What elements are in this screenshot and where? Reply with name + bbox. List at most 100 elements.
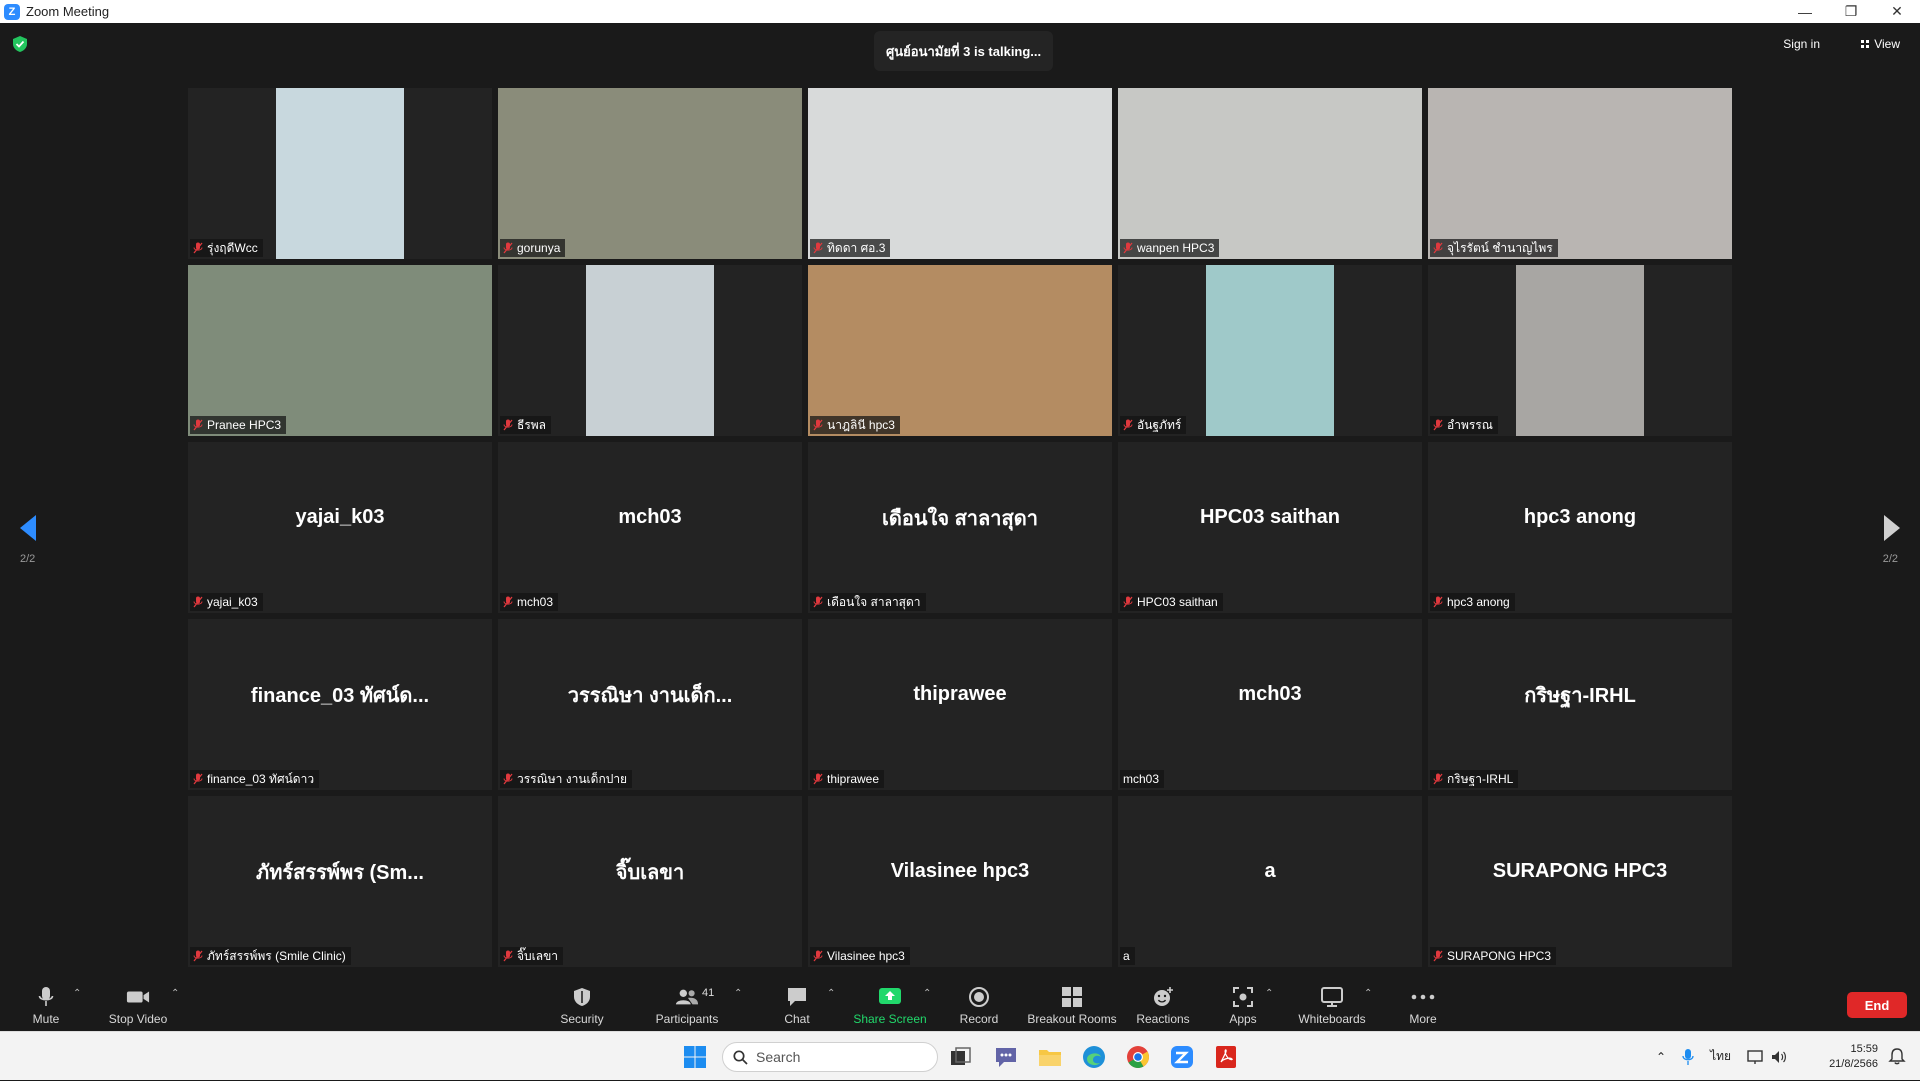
participant-tile[interactable]: นาฎลินี hpc3 — [808, 265, 1112, 436]
apps-button[interactable]: Apps — [1226, 978, 1260, 1031]
previous-page-arrow-icon[interactable] — [18, 513, 38, 543]
windows-start-icon[interactable] — [682, 1044, 708, 1070]
participant-tile[interactable]: wanpen HPC3 — [1118, 88, 1422, 259]
teams-chat-icon[interactable] — [993, 1044, 1019, 1070]
security-label: Security — [560, 1012, 604, 1026]
record-button[interactable]: Record — [956, 978, 1002, 1031]
active-speaker-banner: ศูนย์อนามัยที่ 3 is talking... — [874, 31, 1054, 71]
muted-microphone-icon — [503, 596, 513, 608]
view-button[interactable]: View — [1855, 33, 1906, 55]
participant-name-label: ธีรพล — [500, 416, 552, 434]
participant-name-label: mch03 — [1120, 770, 1165, 788]
muted-microphone-icon — [813, 419, 823, 431]
share-screen-button[interactable]: Share Screen — [853, 978, 927, 1031]
whiteboards-caret-icon[interactable]: ⌃ — [1364, 988, 1372, 999]
participant-display-name: thiprawee — [913, 683, 1007, 705]
network-monitor-icon[interactable] — [1747, 1049, 1765, 1065]
participant-tile[interactable]: SURAPONG HPC3 SURAPONG HPC3 — [1428, 796, 1732, 967]
participant-tile[interactable]: aa — [1118, 796, 1422, 967]
participant-tile[interactable]: gorunya — [498, 88, 802, 259]
participants-button[interactable]: Participants — [654, 978, 720, 1031]
participant-display-name: mch03 — [1238, 683, 1302, 705]
next-page-arrow-icon[interactable] — [1882, 513, 1902, 543]
edge-browser-icon[interactable] — [1081, 1044, 1107, 1070]
apps-caret-icon[interactable]: ⌃ — [1265, 988, 1273, 999]
video-options-caret-icon[interactable]: ⌃ — [171, 988, 179, 999]
participant-tile[interactable]: จุไรรัตน์ ชำนาญไพร — [1428, 88, 1732, 259]
clock-date: 21/8/2566 — [1829, 1058, 1878, 1070]
participant-tile[interactable]: mch03 mch03 — [498, 442, 802, 613]
participant-name-label: จิ๊บเลขา — [500, 947, 564, 965]
close-button[interactable]: ✕ — [1874, 0, 1920, 23]
participant-tile[interactable]: Vilasinee hpc3 Vilasinee hpc3 — [808, 796, 1112, 967]
muted-microphone-icon — [1123, 419, 1133, 431]
audio-options-caret-icon[interactable]: ⌃ — [73, 988, 81, 999]
participant-tile[interactable]: ภัทร์สรรพ์พร (Sm... ภัทร์สรรพ์พร (Smile C… — [188, 796, 492, 967]
participant-tile[interactable]: finance_03 ทัศน์ด... finance_03 ทัศน์ดาว — [188, 619, 492, 790]
taskbar-clock[interactable]: 15:59 21/8/2566 — [1829, 1042, 1878, 1072]
encryption-shield-icon[interactable] — [12, 35, 28, 53]
participant-tile[interactable]: Pranee HPC3 — [188, 265, 492, 436]
acrobat-reader-icon[interactable] — [1213, 1044, 1239, 1070]
participant-tile[interactable]: HPC03 saithan HPC03 saithan — [1118, 442, 1422, 613]
reactions-emoji-icon — [1151, 986, 1175, 1008]
chat-caret-icon[interactable]: ⌃ — [827, 988, 835, 999]
participant-label-text: wanpen HPC3 — [1137, 241, 1215, 255]
participant-tile[interactable]: thiprawee thiprawee — [808, 619, 1112, 790]
security-button[interactable]: Security — [556, 978, 608, 1031]
participant-tile[interactable]: ทิดดา ศอ.3 — [808, 88, 1112, 259]
windows-taskbar: Search ⌃ ไทย 15:59 21/8/2566 — [0, 1031, 1920, 1080]
taskbar-search-box[interactable]: Search — [722, 1042, 938, 1072]
participant-display-name: Vilasinee hpc3 — [890, 860, 1030, 882]
participant-label-text: a — [1123, 949, 1130, 963]
end-meeting-button[interactable]: End — [1847, 992, 1907, 1018]
zoom-app-icon[interactable] — [1169, 1044, 1195, 1070]
participant-tile[interactable]: yajai_k03 yajai_k03 — [188, 442, 492, 613]
participant-tile[interactable]: กริษฐา-IRHL กริษฐา-IRHL — [1428, 619, 1732, 790]
notification-bell-icon[interactable] — [1888, 1047, 1906, 1065]
chrome-browser-icon[interactable] — [1125, 1044, 1151, 1070]
participant-tile[interactable]: รุ่งฤดีWcc — [188, 88, 492, 259]
more-button[interactable]: More — [1406, 978, 1440, 1031]
sign-in-button[interactable]: Sign in — [1777, 33, 1826, 55]
participants-caret-icon[interactable]: ⌃ — [734, 988, 742, 999]
participant-video-feed — [188, 265, 492, 436]
participant-name-label: Pranee HPC3 — [190, 416, 287, 434]
participant-tile[interactable]: mch03 mch03 — [1118, 619, 1422, 790]
participant-label-text: SURAPONG HPC3 — [1447, 949, 1552, 963]
breakout-rooms-button[interactable]: Breakout Rooms — [1026, 978, 1118, 1031]
participant-label-text: เดือนใจ สาลาสุดา — [827, 594, 921, 609]
tray-overflow-chevron-icon[interactable]: ⌃ — [1656, 1050, 1666, 1064]
participant-tile[interactable]: ธีรพล — [498, 265, 802, 436]
participants-icon — [675, 986, 699, 1008]
reactions-button[interactable]: Reactions — [1136, 978, 1190, 1031]
muted-microphone-icon — [813, 596, 823, 608]
whiteboards-button[interactable]: Whiteboards — [1296, 978, 1368, 1031]
stop-video-button[interactable]: Stop Video — [106, 978, 170, 1031]
participant-tile[interactable]: อันฐภัทร์ — [1118, 265, 1422, 436]
mute-button[interactable]: Mute — [22, 978, 70, 1031]
participant-tile[interactable]: วรรณิษา งานเด็ก... วรรณิษา งานเด็กปาย — [498, 619, 802, 790]
task-view-icon[interactable] — [948, 1044, 974, 1070]
minimize-button[interactable]: — — [1782, 0, 1828, 23]
participant-tile[interactable]: จิ๊บเลขา จิ๊บเลขา — [498, 796, 802, 967]
participant-name-label: thiprawee — [810, 770, 885, 788]
muted-microphone-icon — [193, 419, 203, 431]
record-icon — [967, 986, 991, 1008]
participant-tile[interactable]: อำพรรณ — [1428, 265, 1732, 436]
participant-tile[interactable]: เดือนใจ สาลาสุดา เดือนใจ สาลาสุดา — [808, 442, 1112, 613]
participant-name-label: HPC03 saithan — [1120, 593, 1223, 611]
participant-label-text: yajai_k03 — [207, 595, 258, 609]
tray-microphone-icon[interactable] — [1682, 1048, 1694, 1066]
share-caret-icon[interactable]: ⌃ — [923, 988, 931, 999]
volume-speaker-icon[interactable] — [1771, 1049, 1787, 1065]
restore-button[interactable]: ❐ — [1828, 0, 1874, 23]
participant-label-text: Pranee HPC3 — [207, 418, 282, 432]
muted-microphone-icon — [1433, 242, 1443, 254]
share-screen-icon — [878, 986, 902, 1008]
chat-button[interactable]: Chat — [776, 978, 818, 1031]
participant-tile[interactable]: hpc3 anong hpc3 anong — [1428, 442, 1732, 613]
file-explorer-icon[interactable] — [1037, 1044, 1063, 1070]
participant-display-name: เดือนใจ สาลาสุดา — [882, 507, 1038, 530]
input-language-indicator[interactable]: ไทย — [1710, 1047, 1731, 1066]
